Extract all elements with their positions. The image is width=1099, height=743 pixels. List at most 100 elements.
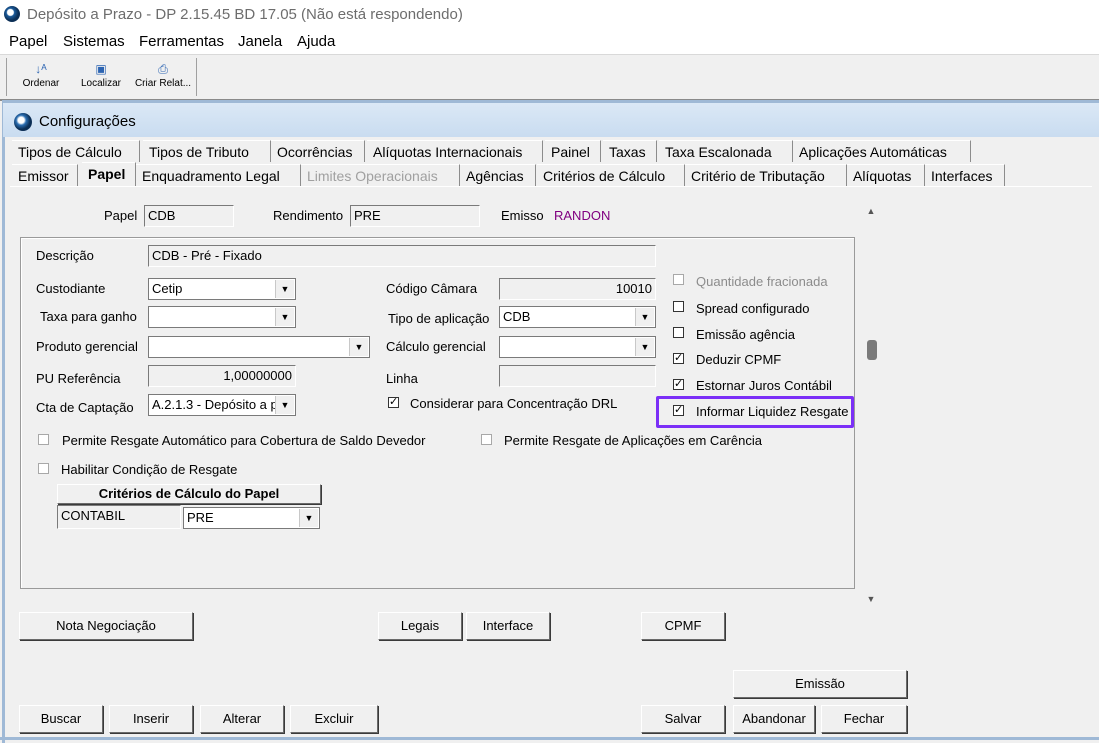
child-app-icon <box>14 113 32 131</box>
tab-aliquotas[interactable]: Alíquotas <box>847 164 925 186</box>
custodiante-select[interactable]: Cetip ▼ <box>148 278 296 300</box>
chevron-down-icon: ▼ <box>635 338 654 356</box>
printer-icon: ⎙ <box>158 62 168 76</box>
tab-tipos-tributo[interactable]: Tipos de Tributo <box>143 140 271 162</box>
emissao-agencia-checkbox[interactable] <box>673 327 684 338</box>
tab-papel[interactable]: Papel <box>82 162 136 187</box>
resgate-carencia-checkbox[interactable] <box>481 434 492 445</box>
criterios-type-select[interactable]: PRE ▼ <box>183 507 320 529</box>
cpmf-button[interactable]: CPMF <box>641 612 725 640</box>
tab-painel[interactable]: Painel <box>545 140 601 162</box>
inserir-button[interactable]: Inserir <box>109 705 193 733</box>
menu-ferramentas[interactable]: Ferramentas <box>139 33 224 50</box>
estornar-juros-checkbox[interactable]: ✓ <box>673 379 684 390</box>
ordenar-button[interactable]: ↓ᴬ Ordenar <box>15 58 67 96</box>
buscar-button[interactable]: Buscar <box>19 705 103 733</box>
custodiante-value: Cetip <box>152 281 183 296</box>
taxa-ganho-select[interactable]: ▼ <box>148 306 296 328</box>
tab-tipos-calculo[interactable]: Tipos de Cálculo <box>12 140 140 162</box>
excluir-button[interactable]: Excluir <box>290 705 378 733</box>
legais-button[interactable]: Legais <box>378 612 462 640</box>
estornar-juros-label: Estornar Juros Contábil <box>696 378 832 393</box>
tab-enquadramento-legal[interactable]: Enquadramento Legal <box>136 164 301 186</box>
tab-taxas[interactable]: Taxas <box>603 140 657 162</box>
tab-agencias[interactable]: Agências <box>460 164 536 186</box>
menu-sistemas[interactable]: Sistemas <box>63 33 125 50</box>
descricao-field[interactable]: CDB - Pré - Fixado <box>148 245 656 267</box>
pu-referencia-field[interactable]: 1,00000000 <box>148 365 296 387</box>
criar-relatorio-label: Criar Relat... <box>134 78 192 89</box>
emissao-button[interactable]: Emissão <box>733 670 907 698</box>
menu-papel[interactable]: Papel <box>9 33 47 50</box>
emissor-value: RANDON <box>554 208 611 223</box>
cta-captacao-value: A.2.1.3 - Depósito a p <box>152 397 278 412</box>
child-title: Configurações <box>39 113 136 130</box>
drl-label: Considerar para Concentração DRL <box>410 396 618 411</box>
chevron-down-icon: ▼ <box>299 509 318 527</box>
habilitar-resgate-label: Habilitar Condição de Resgate <box>61 462 238 477</box>
fechar-button[interactable]: Fechar <box>821 705 907 733</box>
deduzir-cpmf-checkbox[interactable]: ✓ <box>673 353 684 364</box>
calculo-gerencial-select[interactable]: ▼ <box>499 336 656 358</box>
salvar-button[interactable]: Salvar <box>641 705 725 733</box>
spread-configurado-checkbox[interactable] <box>673 301 684 312</box>
criterios-header[interactable]: Critérios de Cálculo do Papel <box>57 484 321 504</box>
habilitar-resgate-checkbox[interactable] <box>38 463 49 474</box>
alterar-button[interactable]: Alterar <box>200 705 284 733</box>
abandonar-button[interactable]: Abandonar <box>733 705 815 733</box>
descricao-label: Descrição <box>36 248 94 263</box>
codigo-camara-label: Código Câmara <box>386 281 478 296</box>
tab-limites-operacionais[interactable]: Limites Operacionais <box>301 164 460 186</box>
codigo-camara-field[interactable]: 10010 <box>499 278 656 300</box>
vertical-scrollbar[interactable]: ▲ ▼ <box>861 200 881 610</box>
scroll-down-icon[interactable]: ▼ <box>865 594 877 606</box>
chevron-down-icon: ▼ <box>275 308 294 326</box>
cta-captacao-label: Cta de Captação <box>36 400 134 415</box>
quantidade-fracionada-label: Quantidade fracionada <box>696 274 828 289</box>
interface-button[interactable]: Interface <box>466 612 550 640</box>
ordenar-label: Ordenar <box>22 78 60 89</box>
nota-negociacao-button[interactable]: Nota Negociação <box>19 612 193 640</box>
quantidade-fracionada-checkbox[interactable] <box>673 274 684 285</box>
app-icon <box>4 6 20 22</box>
menu-janela[interactable]: Janela <box>238 33 282 50</box>
cta-captacao-select[interactable]: A.2.1.3 - Depósito a p ▼ <box>148 394 296 416</box>
produto-gerencial-label: Produto gerencial <box>36 339 138 354</box>
tab-criterio-tributacao[interactable]: Critério de Tributação <box>685 164 847 186</box>
tipo-aplicacao-label: Tipo de aplicação <box>388 311 490 326</box>
rendimento-field[interactable]: PRE <box>350 205 480 227</box>
localizar-button[interactable]: ▣ Localizar <box>73 58 129 96</box>
tab-aplicacoes-automaticas[interactable]: Aplicações Automáticas <box>793 140 971 162</box>
tab-ocorrencias[interactable]: Ocorrências <box>271 140 365 162</box>
linha-label: Linha <box>386 371 418 386</box>
drl-checkbox[interactable]: ✓ <box>388 397 399 408</box>
resgate-automatico-checkbox[interactable] <box>38 434 49 445</box>
tab-criterios-calculo[interactable]: Critérios de Cálculo <box>537 164 685 186</box>
window-title: Depósito a Prazo - DP 2.15.45 BD 17.05 (… <box>27 6 463 23</box>
sort-az-icon: ↓ᴬ <box>35 62 47 76</box>
scroll-up-icon[interactable]: ▲ <box>865 206 877 218</box>
scroll-thumb[interactable] <box>867 340 877 360</box>
rendimento-label: Rendimento <box>273 208 344 223</box>
emissor-label: Emisso <box>501 208 544 223</box>
menu-ajuda[interactable]: Ajuda <box>297 33 335 50</box>
papel-label: Papel <box>104 208 138 223</box>
tab-emissor[interactable]: Emissor <box>12 164 78 186</box>
chevron-down-icon: ▼ <box>635 308 654 326</box>
resgate-carencia-label: Permite Resgate de Aplicações em Carênci… <box>504 433 762 448</box>
tab-interfaces[interactable]: Interfaces <box>925 164 1005 186</box>
tab-aliquotas-internacionais[interactable]: Alíquotas Internacionais <box>367 140 543 162</box>
linha-field[interactable] <box>499 365 656 387</box>
papel-field[interactable]: CDB <box>144 205 234 227</box>
localizar-label: Localizar <box>80 78 122 89</box>
criar-relatorio-button[interactable]: ⎙ Criar Relat... <box>133 58 193 96</box>
tab-taxa-escalonada[interactable]: Taxa Escalonada <box>659 140 793 162</box>
tipo-aplicacao-select[interactable]: CDB ▼ <box>499 306 656 328</box>
chevron-down-icon: ▼ <box>349 338 368 356</box>
pu-referencia-label: PU Referência <box>36 371 121 386</box>
custodiante-label: Custodiante <box>36 281 106 296</box>
find-icon: ▣ <box>95 62 107 76</box>
toolbar: ↓ᴬ Ordenar ▣ Localizar ⎙ Criar Relat... <box>0 54 1099 101</box>
toolbar-group: ↓ᴬ Ordenar ▣ Localizar ⎙ Criar Relat... <box>6 58 197 96</box>
produto-gerencial-select[interactable]: ▼ <box>148 336 370 358</box>
